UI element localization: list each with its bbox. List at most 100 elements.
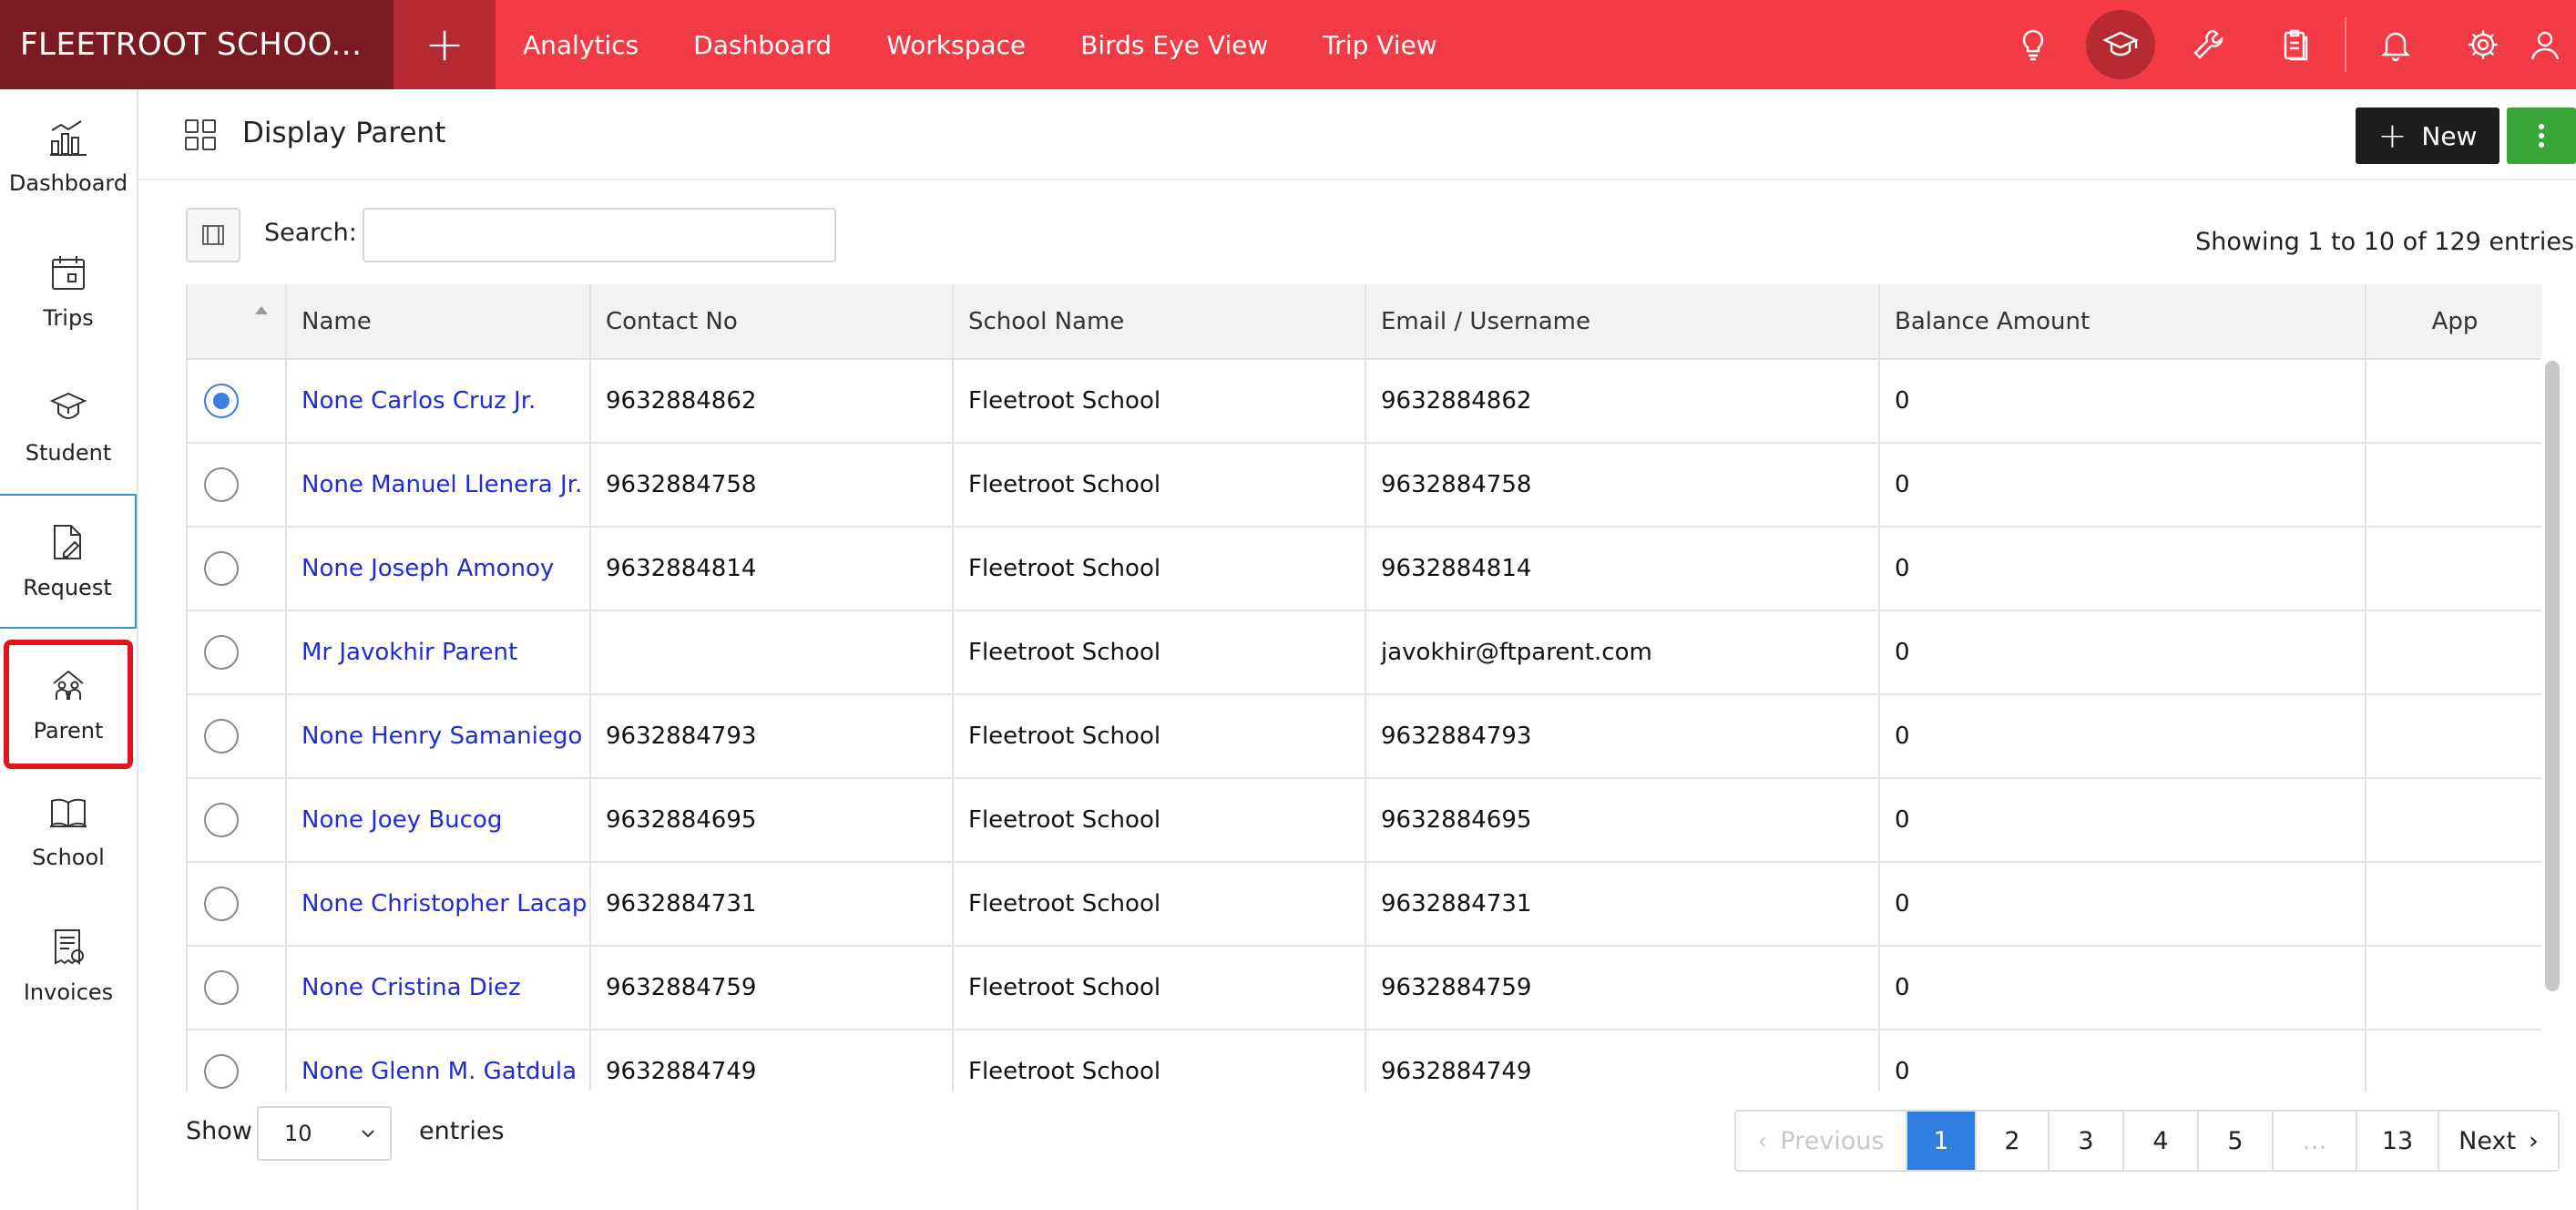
page-button-2[interactable]: 2 <box>1977 1112 2050 1170</box>
row-select-radio[interactable] <box>204 551 239 586</box>
contact-cell <box>590 610 954 695</box>
wrench-icon[interactable] <box>2164 0 2252 89</box>
column-header-contact[interactable]: Contact No <box>590 284 954 360</box>
column-header-name[interactable]: Name <box>286 284 591 360</box>
bell-icon[interactable] <box>2352 0 2439 89</box>
row-select-radio[interactable] <box>204 803 239 837</box>
sidebar-item-dashboard[interactable]: Dashboard <box>0 89 137 224</box>
parent-name-link[interactable]: None Cristina Diez <box>286 946 591 1031</box>
add-button[interactable]: + <box>394 0 496 89</box>
page-size-value: 10 <box>284 1121 312 1146</box>
nav-trip-view[interactable]: Trip View <box>1323 30 1436 60</box>
table-row[interactable]: None Henry Samaniego 9632884793 Fleetroot … <box>188 694 2541 779</box>
row-select-radio[interactable] <box>204 970 239 1005</box>
column-visibility-button[interactable] <box>186 208 240 262</box>
row-select-cell[interactable] <box>188 527 287 611</box>
sidebar-item-label: Parent <box>33 718 104 743</box>
page-size-select[interactable]: 10 <box>257 1106 392 1161</box>
row-select-cell[interactable] <box>188 778 287 863</box>
table-row[interactable]: Mr Javokhir Parent Fleetroot School javokh… <box>188 610 2541 695</box>
column-header-email[interactable]: Email / Username <box>1365 284 1880 360</box>
sidebar-item-trips[interactable]: Trips <box>0 224 137 359</box>
contact-cell: 9632884758 <box>590 443 954 528</box>
row-select-cell[interactable] <box>188 862 287 947</box>
row-select-cell[interactable] <box>188 946 287 1031</box>
parent-name-link[interactable]: None Christopher Lacap <box>286 862 591 947</box>
row-select-cell[interactable] <box>188 694 287 779</box>
page-button-13[interactable]: 13 <box>2357 1112 2439 1170</box>
select-column-header[interactable] <box>188 284 287 360</box>
sidebar-item-school[interactable]: School <box>0 764 137 898</box>
page-button-4[interactable]: 4 <box>2124 1112 2199 1170</box>
search-input[interactable] <box>363 208 836 262</box>
sort-caret-icon <box>255 306 268 314</box>
page-button-3[interactable]: 3 <box>2050 1112 2124 1170</box>
new-button[interactable]: + New <box>2356 108 2499 164</box>
more-options-button[interactable] <box>2507 108 2576 164</box>
chevron-left-icon: ‹ <box>1757 1126 1768 1155</box>
row-select-radio[interactable] <box>204 635 239 670</box>
column-header-app[interactable]: App <box>2366 284 2541 360</box>
sidebar-item-parent[interactable]: Parent <box>4 640 133 769</box>
row-select-cell[interactable] <box>188 359 287 444</box>
row-select-radio[interactable] <box>204 887 239 921</box>
nav-analytics[interactable]: Analytics <box>523 30 639 60</box>
user-icon[interactable] <box>2527 0 2576 89</box>
parent-name-link[interactable]: None Joey Bucog <box>286 778 591 863</box>
page-header: Display Parent + New <box>138 89 2576 180</box>
page-ellipsis: … <box>2274 1112 2357 1170</box>
contact-cell: 9632884814 <box>590 527 954 611</box>
page-button-5[interactable]: 5 <box>2199 1112 2274 1170</box>
column-header-school[interactable]: School Name <box>953 284 1366 360</box>
parent-name-link[interactable]: None Manuel Llenera Jr. <box>286 443 591 528</box>
school-cell: Fleetroot School <box>953 527 1366 611</box>
page-title: Display Parent <box>242 117 446 149</box>
sidebar: Dashboard Trips Student Request Parent S… <box>0 89 138 1210</box>
table-row[interactable]: None Manuel Llenera Jr. 9632884758 Fleetro… <box>188 443 2541 528</box>
brand-name[interactable]: FLEETROOT SCHOO... <box>0 0 394 89</box>
row-select-radio[interactable] <box>204 1054 239 1089</box>
balance-cell: 0 <box>1879 359 2366 444</box>
parent-name-link[interactable]: None Joseph Amonoy <box>286 527 591 611</box>
table-row[interactable]: None Christopher Lacap 9632884731 Fleetroo… <box>188 862 2541 947</box>
column-header-balance[interactable]: Balance Amount <box>1879 284 2366 360</box>
parent-name-link[interactable]: None Henry Samaniego <box>286 694 591 779</box>
nav-birds-eye-view[interactable]: Birds Eye View <box>1080 30 1268 60</box>
row-select-cell[interactable] <box>188 443 287 528</box>
table-row[interactable]: None Joey Bucog 9632884695 Fleetroot Schoo… <box>188 778 2541 863</box>
table-scrollbar[interactable] <box>2545 361 2560 991</box>
row-select-radio[interactable] <box>204 384 239 418</box>
school-cell: Fleetroot School <box>953 443 1366 528</box>
table-row[interactable]: None Glenn M. Gatdula 9632884749 Fleetroot… <box>188 1030 2541 1092</box>
bulb-icon[interactable] <box>1989 0 2077 89</box>
parent-name-link[interactable]: Mr Javokhir Parent <box>286 610 591 695</box>
page-button-1[interactable]: 1 <box>1907 1112 1977 1170</box>
app-cell <box>2366 443 2541 528</box>
table-row[interactable]: None Cristina Diez 9632884759 Fleetroot Sc… <box>188 946 2541 1031</box>
sidebar-item-student[interactable]: Student <box>0 359 137 494</box>
school-cell: Fleetroot School <box>953 610 1366 695</box>
grid-icon[interactable] <box>184 118 217 151</box>
table-row[interactable]: None Joseph Amonoy 9632884814 Fleetroot Sc… <box>188 527 2541 611</box>
next-page-button[interactable]: Next › <box>2439 1112 2558 1170</box>
nav-dashboard[interactable]: Dashboard <box>693 30 832 60</box>
previous-page-button[interactable]: ‹ Previous <box>1736 1112 1907 1170</box>
app-cell <box>2366 862 2541 947</box>
nav-workspace[interactable]: Workspace <box>886 30 1026 60</box>
balance-cell: 0 <box>1879 862 2366 947</box>
row-select-radio[interactable] <box>204 719 239 754</box>
parent-name-link[interactable]: None Carlos Cruz Jr. <box>286 359 591 444</box>
search-label: Search: <box>264 219 357 247</box>
balance-cell: 0 <box>1879 443 2366 528</box>
gear-icon[interactable] <box>2439 0 2527 89</box>
table-row[interactable]: None Carlos Cruz Jr. 9632884862 Fleetroot … <box>188 359 2541 444</box>
row-select-radio[interactable] <box>204 467 239 502</box>
sidebar-item-invoices[interactable]: Invoices <box>0 898 137 1033</box>
parent-name-link[interactable]: None Glenn M. Gatdula <box>286 1030 591 1092</box>
sidebar-item-request[interactable]: Request <box>0 494 137 629</box>
graduation-cap-icon[interactable] <box>2077 0 2164 89</box>
row-select-cell[interactable] <box>188 610 287 695</box>
clipboard-icon[interactable] <box>2252 0 2339 89</box>
school-cell: Fleetroot School <box>953 694 1366 779</box>
row-select-cell[interactable] <box>188 1030 287 1092</box>
